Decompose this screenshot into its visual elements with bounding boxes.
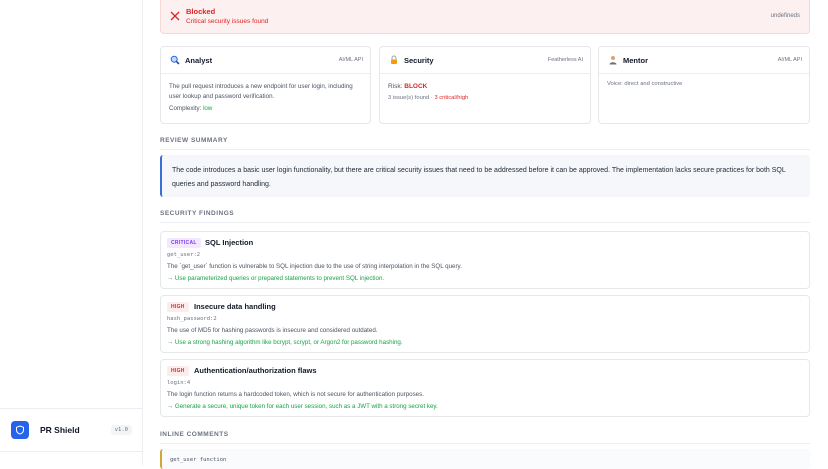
close-icon: [170, 11, 180, 21]
agent-body: The pull request introduces a new endpoi…: [169, 82, 362, 114]
agent-name: Analyst: [185, 56, 213, 65]
brand-name: PR Shield: [40, 425, 80, 435]
issues-row: 3 issue(s) found · 3 critical/high: [388, 93, 582, 103]
finding-title: Insecure data handling: [194, 302, 276, 311]
finding-description: The `get_user` function is vulnerable to…: [167, 263, 462, 270]
banner-meta: undefineds: [770, 13, 800, 19]
agent-card-header: Mentor AI/ML API: [599, 47, 809, 74]
finding-card[interactable]: HIGH Authentication/authorization flaws …: [160, 359, 810, 417]
agent-card-header: Analyst AI/ML API: [161, 47, 370, 74]
finding-description: The login function returns a hardcoded t…: [167, 391, 424, 398]
brand[interactable]: PR Shield v1.0: [0, 408, 143, 452]
risk-row: Risk: BLOCK: [388, 82, 582, 92]
section-title-review-summary: REVIEW SUMMARY: [160, 137, 228, 144]
shield-icon: [11, 421, 29, 439]
finding-description: The use of MD5 for hashing passwords is …: [167, 327, 378, 334]
agent-provider: AI/ML API: [777, 57, 802, 63]
agent-provider: AI/ML API: [338, 57, 363, 63]
agent-name: Mentor: [623, 56, 648, 65]
version-badge: v1.0: [110, 425, 132, 435]
person-icon: [608, 55, 618, 65]
finding-location: hash_password:2: [167, 316, 217, 322]
finding-fix: → Use a strong hashing algorithm like bc…: [167, 339, 403, 346]
issues-found: 3 issue(s) found: [388, 95, 430, 101]
magnifier-icon: [170, 55, 180, 65]
finding-card[interactable]: HIGH Insecure data handling hash_passwor…: [160, 295, 810, 353]
risk-value: BLOCK: [404, 83, 428, 90]
finding-location: login:4: [167, 380, 191, 386]
severity-badge: CRITICAL: [167, 238, 201, 248]
inline-comment-target: get_user function: [170, 457, 227, 463]
section-title-inline-comments: INLINE COMMENTS: [160, 431, 229, 438]
status-banner: Blocked Critical security issues found u…: [160, 0, 810, 34]
divider: [160, 149, 810, 150]
divider: [160, 443, 810, 444]
agent-card-mentor: Mentor AI/ML API Voice: direct and const…: [598, 46, 810, 124]
finding-fix: → Use parameterized queries or prepared …: [167, 275, 385, 282]
agent-name: Security: [404, 56, 434, 65]
review-summary: The code introduces a basic user login f…: [160, 155, 810, 197]
inline-comment[interactable]: get_user function: [160, 449, 810, 469]
agent-provider: Featherless AI: [547, 57, 583, 63]
critical-count: 3 critical/high: [434, 95, 469, 101]
complexity-row: Complexity: low: [169, 104, 362, 114]
complexity-value: low: [203, 105, 213, 112]
risk-label: Risk:: [388, 83, 403, 90]
finding-location: get_user:2: [167, 252, 201, 258]
finding-title: Authentication/authorization flaws: [194, 366, 317, 375]
mentor-voice: Voice: direct and constructive: [607, 81, 683, 87]
section-title-security-findings: SECURITY FINDINGS: [160, 210, 235, 217]
agent-body: Risk: BLOCK 3 issue(s) found · 3 critica…: [388, 82, 582, 103]
divider: [160, 222, 810, 223]
finding-fix: → Generate a secure, unique token for ea…: [167, 403, 438, 410]
sidebar: PR Shield v1.0: [0, 0, 143, 465]
severity-badge: HIGH: [167, 366, 189, 376]
analyst-summary: The pull request introduces a new endpoi…: [169, 83, 353, 100]
agent-card-header: Security Featherless AI: [380, 47, 590, 74]
finding-title: SQL Injection: [205, 238, 254, 247]
banner-subtitle: Critical security issues found: [186, 18, 269, 25]
issues-separator: ·: [430, 95, 433, 101]
agent-card-security: Security Featherless AI Risk: BLOCK 3 is…: [379, 46, 591, 124]
complexity-label: Complexity:: [169, 105, 202, 112]
finding-card[interactable]: CRITICAL SQL Injection get_user:2 The `g…: [160, 231, 810, 289]
agent-card-analyst: Analyst AI/ML API The pull request intro…: [160, 46, 371, 124]
severity-badge: HIGH: [167, 302, 189, 312]
lock-icon: [389, 55, 399, 65]
banner-title: Blocked: [186, 7, 216, 16]
